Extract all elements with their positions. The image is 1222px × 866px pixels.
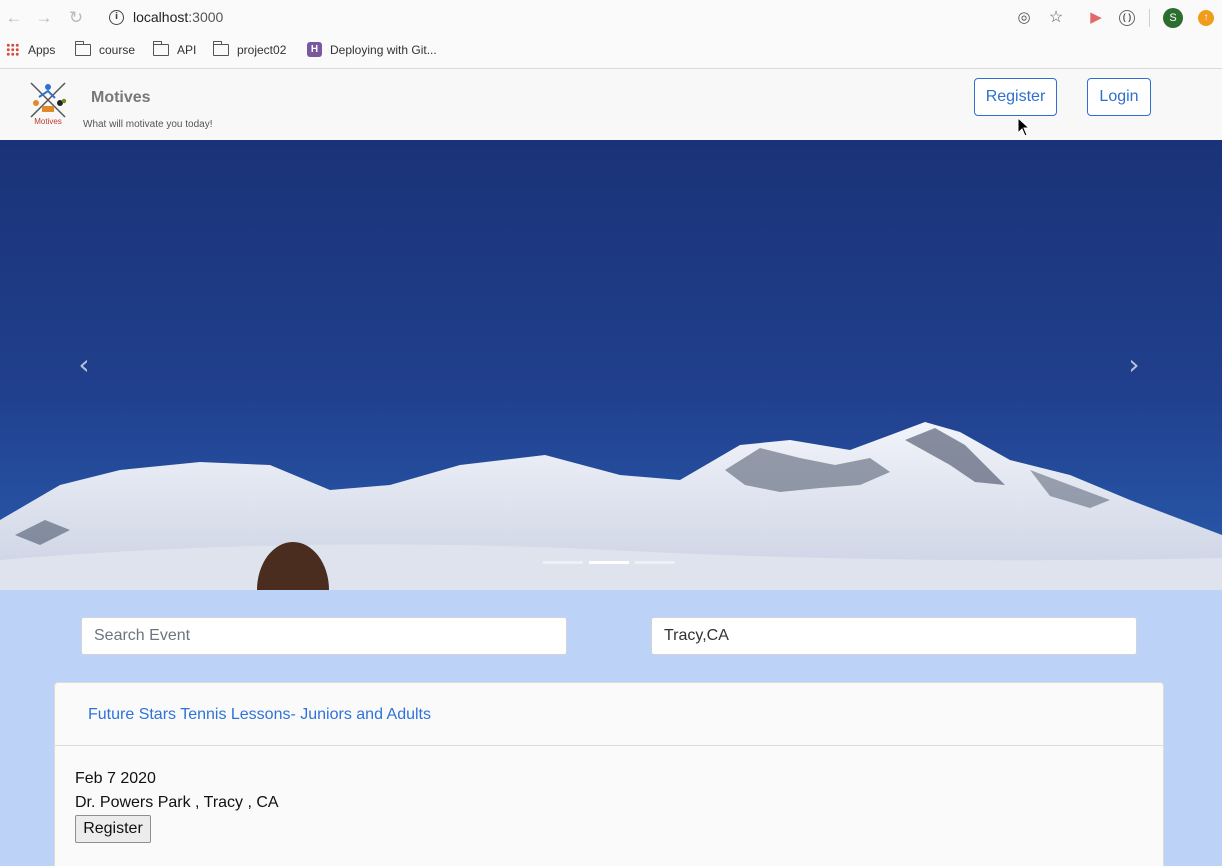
carousel-indicator[interactable] xyxy=(635,561,675,564)
bookmark-apps[interactable]: Apps xyxy=(6,42,55,58)
register-button[interactable]: Register xyxy=(974,78,1057,116)
chevron-right-icon[interactable]: › xyxy=(1124,350,1144,380)
browser-toolbar: ← → ↻ i localhost:3000 ◎ ☆ ▶ ( ) S ↑ xyxy=(0,0,1222,36)
hero-mountain-image xyxy=(0,140,1222,590)
hero-carousel: ‹ › xyxy=(0,140,1222,590)
browser-chrome: ← → ↻ i localhost:3000 ◎ ☆ ▶ ( ) S ↑ App… xyxy=(0,0,1222,69)
profile-avatar[interactable]: S xyxy=(1163,8,1183,28)
event-date: Feb 7 2020 xyxy=(75,770,156,787)
reload-icon[interactable]: ↻ xyxy=(66,8,86,28)
toolbar-divider xyxy=(1149,9,1150,27)
cast-extension-icon[interactable]: ▶ xyxy=(1087,9,1105,27)
back-arrow-icon[interactable]: ← xyxy=(4,8,24,28)
bookmark-api[interactable]: API xyxy=(152,41,196,58)
brand-name[interactable]: Motives xyxy=(91,89,151,107)
url-port: :3000 xyxy=(188,9,224,25)
heroku-icon: H xyxy=(307,42,322,57)
bookmarks-bar: Apps course API project02 H Deploying wit… xyxy=(0,38,1222,62)
carousel-indicator-active[interactable] xyxy=(589,561,629,564)
login-button[interactable]: Login xyxy=(1087,78,1151,116)
url-host: localhost xyxy=(133,9,189,25)
address-bar[interactable]: localhost:3000 xyxy=(133,9,223,25)
site-info-icon[interactable]: i xyxy=(109,10,124,25)
folder-icon xyxy=(152,41,169,56)
chevron-left-icon[interactable]: ‹ xyxy=(74,350,94,380)
update-available-icon[interactable]: ↑ xyxy=(1198,10,1214,26)
event-card: Future Stars Tennis Lessons- Juniors and… xyxy=(54,682,1164,866)
logo-text: Motives xyxy=(34,117,62,126)
location-target-icon[interactable]: ◎ xyxy=(1015,9,1033,27)
motives-logo[interactable]: Motives xyxy=(27,79,70,127)
event-register-button[interactable]: Register xyxy=(75,815,151,843)
forward-arrow-icon[interactable]: → xyxy=(34,8,54,28)
bookmark-course[interactable]: course xyxy=(74,41,135,58)
bookmark-star-icon[interactable]: ☆ xyxy=(1047,9,1065,27)
bookmark-deploying-with-git[interactable]: H Deploying with Git... xyxy=(307,42,437,58)
bookmark-project02[interactable]: project02 xyxy=(212,41,286,58)
folder-icon xyxy=(212,41,229,56)
mouse-cursor-icon xyxy=(1017,117,1031,137)
search-event-input[interactable] xyxy=(81,617,567,655)
site-navbar: Motives Motives What will motivate you t… xyxy=(0,69,1222,140)
city-search-input[interactable] xyxy=(651,617,1137,655)
devtools-extension-icon[interactable]: ( ) xyxy=(1119,10,1135,26)
folder-icon xyxy=(74,41,91,56)
event-title-link[interactable]: Future Stars Tennis Lessons- Juniors and… xyxy=(88,706,431,724)
carousel-indicator[interactable] xyxy=(543,561,583,564)
event-location: Dr. Powers Park , Tracy , CA xyxy=(75,794,279,811)
brand-tagline: What will motivate you today! xyxy=(83,119,213,130)
event-card-header: Future Stars Tennis Lessons- Juniors and… xyxy=(55,683,1163,746)
apps-grid-icon xyxy=(6,43,19,56)
